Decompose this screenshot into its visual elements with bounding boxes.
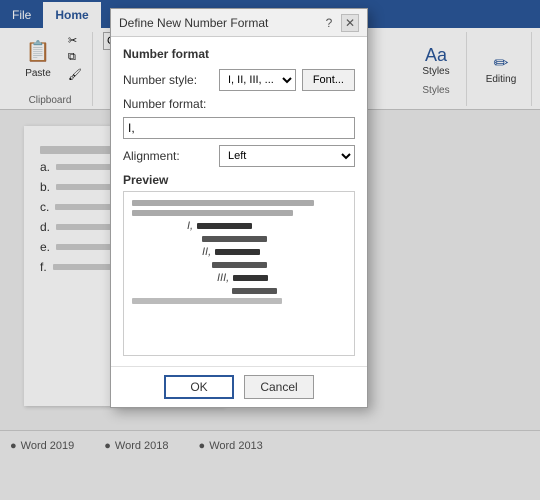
preview-item-2-label: II,	[202, 246, 211, 258]
preview-line-top-2	[132, 210, 293, 216]
modal-controls: ? ✕	[321, 14, 359, 32]
number-format-row: Number format:	[123, 97, 355, 111]
modal-footer: OK Cancel	[111, 366, 367, 407]
preview-lines: I, II,	[124, 192, 354, 316]
ok-button[interactable]: OK	[164, 375, 234, 399]
preview-item-3: III,	[132, 272, 346, 284]
number-format-label: Number format:	[123, 97, 213, 111]
preview-item-3-bar	[233, 275, 268, 281]
alignment-label: Alignment:	[123, 149, 213, 163]
modal-close-button[interactable]: ✕	[341, 14, 359, 32]
number-format-input-container	[123, 117, 355, 139]
preview-item-2: II,	[132, 246, 346, 258]
modal-title: Define New Number Format	[119, 16, 268, 30]
number-style-label: Number style:	[123, 73, 213, 87]
alignment-row: Alignment: Left Center Right	[123, 145, 355, 167]
preview-box: I, II,	[123, 191, 355, 356]
alignment-select[interactable]: Left Center Right	[219, 145, 355, 167]
preview-label: Preview	[123, 173, 355, 187]
preview-item-1-line	[132, 236, 346, 242]
number-format-input[interactable]	[123, 117, 355, 139]
cancel-button[interactable]: Cancel	[244, 375, 314, 399]
modal-titlebar: Define New Number Format ? ✕	[111, 9, 367, 37]
modal-overlay: Define New Number Format ? ✕ Number form…	[0, 0, 540, 500]
number-style-row: Number style: I, II, III, ... Font...	[123, 69, 355, 91]
preview-item-2-line	[132, 262, 346, 268]
preview-item-1: I,	[132, 220, 346, 232]
modal-body: Number format Number style: I, II, III, …	[111, 37, 367, 366]
preview-item-2-bar	[215, 249, 260, 255]
section-header: Number format	[123, 47, 355, 61]
preview-item-1-label: I,	[187, 220, 193, 232]
preview-item-3-label: III,	[217, 272, 229, 284]
preview-item-3-line-bar	[232, 288, 277, 294]
preview-line-top-1	[132, 200, 314, 206]
preview-item-1-line-bar	[202, 236, 267, 242]
font-button[interactable]: Font...	[302, 69, 355, 91]
preview-item-2-line-bar	[212, 262, 267, 268]
preview-line-bottom	[132, 298, 282, 304]
preview-item-3-line	[132, 288, 346, 294]
preview-item-1-bar	[197, 223, 252, 229]
modal-help-button[interactable]: ?	[321, 15, 337, 31]
number-style-select[interactable]: I, II, III, ...	[219, 69, 296, 91]
define-number-format-dialog: Define New Number Format ? ✕ Number form…	[110, 8, 368, 408]
